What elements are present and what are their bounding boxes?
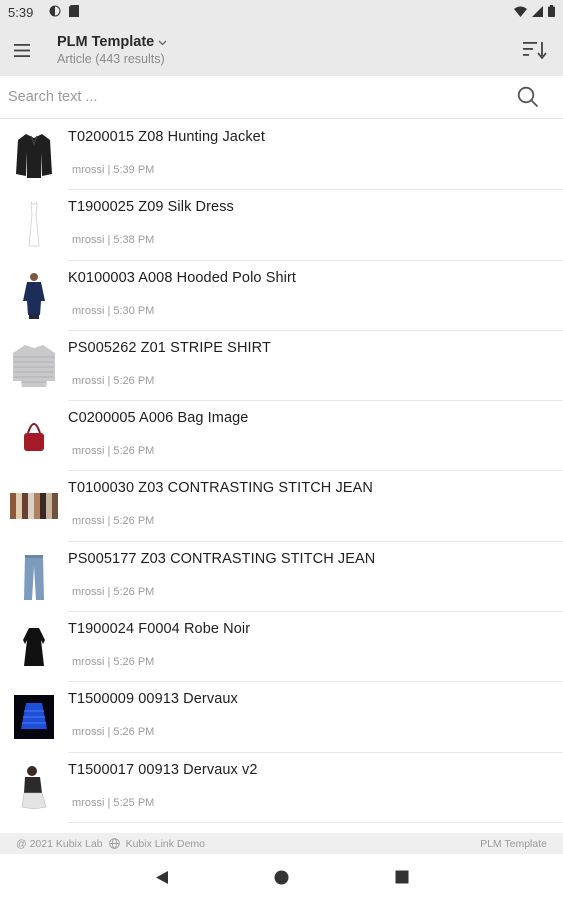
list-item[interactable]: C0200005 A006 Bag Image mrossi | 5:26 PM (0, 401, 563, 472)
system-nav-bar (0, 854, 563, 900)
thumbnail-hunting-jacket (0, 120, 68, 190)
home-circle-icon (274, 870, 289, 884)
list-item[interactable]: T1900025 Z09 Silk Dress mrossi | 5:38 PM (0, 190, 563, 261)
item-title: T1900024 F0004 Robe Noir (68, 621, 251, 638)
item-title: K0100003 A008 Hooded Polo Shirt (68, 269, 297, 286)
sd-card-icon (69, 4, 80, 20)
item-meta: mrossi | 5:26 PM (72, 585, 155, 598)
template-text: PLM Template (480, 837, 547, 850)
item-title: T0200015 Z08 Hunting Jacket (68, 129, 265, 145)
item-title: C0200005 A006 Bag Image (68, 410, 249, 427)
thumbnail-dervaux (0, 682, 68, 752)
nav-recents-button[interactable] (342, 854, 462, 900)
globe-icon (108, 838, 120, 849)
hamburger-menu-icon (14, 43, 30, 57)
search-button[interactable] (517, 86, 539, 108)
page-title: PLM Template (57, 34, 155, 50)
list-item[interactable]: T0100030 Z03 CONTRASTING STITCH JEAN mro… (0, 471, 563, 543)
copyright-text: @ 2021 Kubix Lab (16, 837, 103, 850)
status-bar: 5:39 (0, 0, 563, 24)
thumbnail-hooded-polo-shirt (0, 261, 68, 331)
thumbnail-dervaux-v2 (0, 753, 68, 823)
item-title: PS005177 Z03 CONTRASTING STITCH JEAN (68, 550, 376, 567)
article-list: T0200015 Z08 Hunting Jacket mrossi | 5:3… (0, 120, 563, 833)
back-triangle-icon (155, 870, 168, 884)
chevron-down-icon (158, 34, 167, 50)
search-input[interactable] (8, 89, 488, 105)
thumbnail-contrasting-stitch-jean (0, 471, 68, 541)
search-icon (517, 86, 539, 108)
list-item[interactable]: T1500009 00913 Dervaux mrossi | 5:26 PM (0, 682, 563, 753)
item-meta: mrossi | 5:30 PM (72, 304, 155, 317)
item-meta: mrossi | 5:38 PM (72, 234, 155, 247)
nav-home-button[interactable] (222, 854, 342, 900)
list-item[interactable]: T1900024 F0004 Robe Noir mrossi | 5:26 P… (0, 612, 563, 683)
list-item[interactable]: PS005177 Z03 CONTRASTING STITCH JEAN mro… (0, 542, 563, 613)
sort-button[interactable] (507, 24, 563, 76)
thumbnail-stripe-shirt (0, 331, 68, 401)
wifi-icon (514, 5, 527, 20)
thumbnail-bag (0, 401, 68, 471)
list-item[interactable]: T0200015 Z08 Hunting Jacket mrossi | 5:3… (0, 120, 563, 191)
item-meta: mrossi | 5:25 PM (72, 796, 155, 809)
signal-icon (532, 5, 543, 20)
menu-button[interactable] (0, 24, 44, 76)
list-item[interactable]: T1500017 00913 Dervaux v2 mrossi | 5:25 … (0, 753, 563, 824)
title-block[interactable]: PLM Template Article (443 results) (57, 34, 167, 66)
item-meta: mrossi | 5:26 PM (72, 374, 155, 387)
sort-icon (523, 42, 547, 59)
results-count: Article (443 results) (57, 52, 165, 66)
battery-icon (548, 4, 555, 20)
item-meta: mrossi | 5:26 PM (72, 656, 155, 669)
item-title: PS005262 Z01 STRIPE SHIRT (68, 339, 271, 356)
search-bar (0, 76, 563, 119)
app-bar: PLM Template Article (443 results) (0, 24, 563, 76)
item-title: T1900025 Z09 Silk Dress (68, 199, 234, 216)
item-title: T1500009 00913 Dervaux (68, 691, 238, 708)
footer: @ 2021 Kubix Lab Kubix Link Demo PLM Tem… (0, 833, 563, 854)
thumbnail-silk-dress (0, 190, 68, 260)
thumbnail-robe-noir (0, 612, 68, 682)
item-meta: mrossi | 5:26 PM (72, 726, 155, 739)
item-meta: mrossi | 5:26 PM (72, 515, 155, 528)
nav-back-button[interactable] (102, 854, 222, 900)
list-item[interactable]: PS005262 Z01 STRIPE SHIRT mrossi | 5:26 … (0, 331, 563, 402)
item-title: T1500017 00913 Dervaux v2 (68, 761, 258, 778)
item-meta: mrossi | 5:39 PM (72, 164, 155, 176)
notification-icon (49, 5, 61, 20)
list-item[interactable]: K0100003 A008 Hooded Polo Shirt mrossi |… (0, 261, 563, 332)
recents-square-icon (395, 870, 408, 884)
item-meta: mrossi | 5:26 PM (72, 445, 155, 458)
demo-text: Kubix Link Demo (125, 837, 205, 850)
status-time: 5:39 (8, 4, 34, 20)
thumbnail-jeans (0, 542, 68, 612)
item-title: T0100030 Z03 CONTRASTING STITCH JEAN (68, 480, 373, 497)
